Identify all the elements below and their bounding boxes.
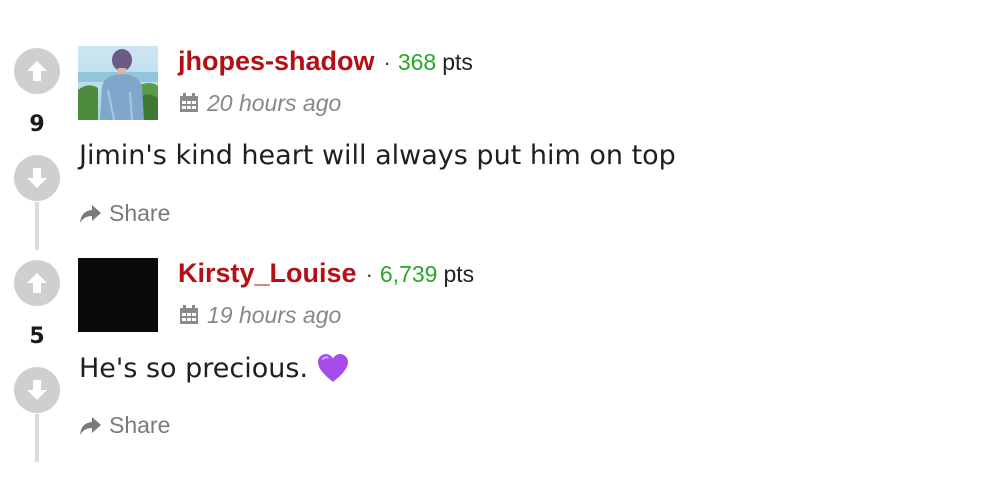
arrow-up-icon	[27, 61, 47, 81]
share-arrow-icon	[80, 416, 101, 435]
share-button[interactable]: Share	[78, 200, 170, 227]
avatar[interactable]	[78, 46, 158, 120]
share-label: Share	[109, 200, 171, 226]
separator-dot: ·	[383, 50, 391, 75]
downvote-button[interactable]	[14, 367, 60, 413]
thread-line[interactable]	[35, 414, 39, 462]
downvote-button[interactable]	[14, 155, 60, 201]
vote-score: 9	[29, 112, 45, 137]
username-link[interactable]: jhopes-shadow	[178, 46, 375, 77]
comment-text: Jimin's kind heart will always put him o…	[79, 140, 676, 171]
time-ago: 19 hours ago	[207, 301, 342, 328]
vote-column: 9	[12, 44, 62, 256]
arrow-down-icon	[27, 168, 47, 188]
vote-score: 5	[29, 324, 45, 349]
avatar[interactable]	[78, 258, 158, 332]
comment: 9 jhopes-shadow · 368 pts 20 hours ago J…	[0, 44, 1000, 256]
share-arrow-icon	[80, 204, 101, 223]
time-ago: 20 hours ago	[207, 89, 342, 116]
share-label: Share	[109, 412, 171, 438]
points-label: pts	[443, 261, 475, 287]
thread-line[interactable]	[35, 202, 39, 250]
share-button[interactable]: Share	[78, 412, 170, 439]
points-label: pts	[442, 49, 473, 75]
comment-body: Jimin's kind heart will always put him o…	[79, 140, 676, 171]
points-value: 6,739	[379, 261, 438, 287]
timestamp: 20 hours ago	[178, 88, 341, 118]
comment-meta: Kirsty_Louise · 6,739 pts	[178, 258, 474, 294]
calendar-icon	[180, 93, 198, 112]
arrow-up-icon	[27, 273, 47, 293]
comment: 5 Kirsty_Louise · 6,739 pts 19 hours ago	[0, 256, 1000, 468]
vote-column: 5	[12, 256, 62, 468]
upvote-button[interactable]	[14, 260, 60, 306]
comment-meta: jhopes-shadow · 368 pts	[178, 46, 473, 82]
arrow-down-icon	[27, 380, 47, 400]
purple-heart-icon	[318, 354, 349, 382]
points-value: 368	[397, 49, 437, 75]
comment-body: He's so precious.	[79, 352, 350, 384]
upvote-button[interactable]	[14, 48, 60, 94]
comment-text: He's so precious.	[79, 352, 309, 384]
timestamp: 19 hours ago	[178, 300, 341, 330]
username-link[interactable]: Kirsty_Louise	[178, 258, 357, 289]
calendar-icon	[180, 305, 198, 324]
avatar-photo	[78, 46, 158, 120]
separator-dot: ·	[365, 262, 373, 287]
